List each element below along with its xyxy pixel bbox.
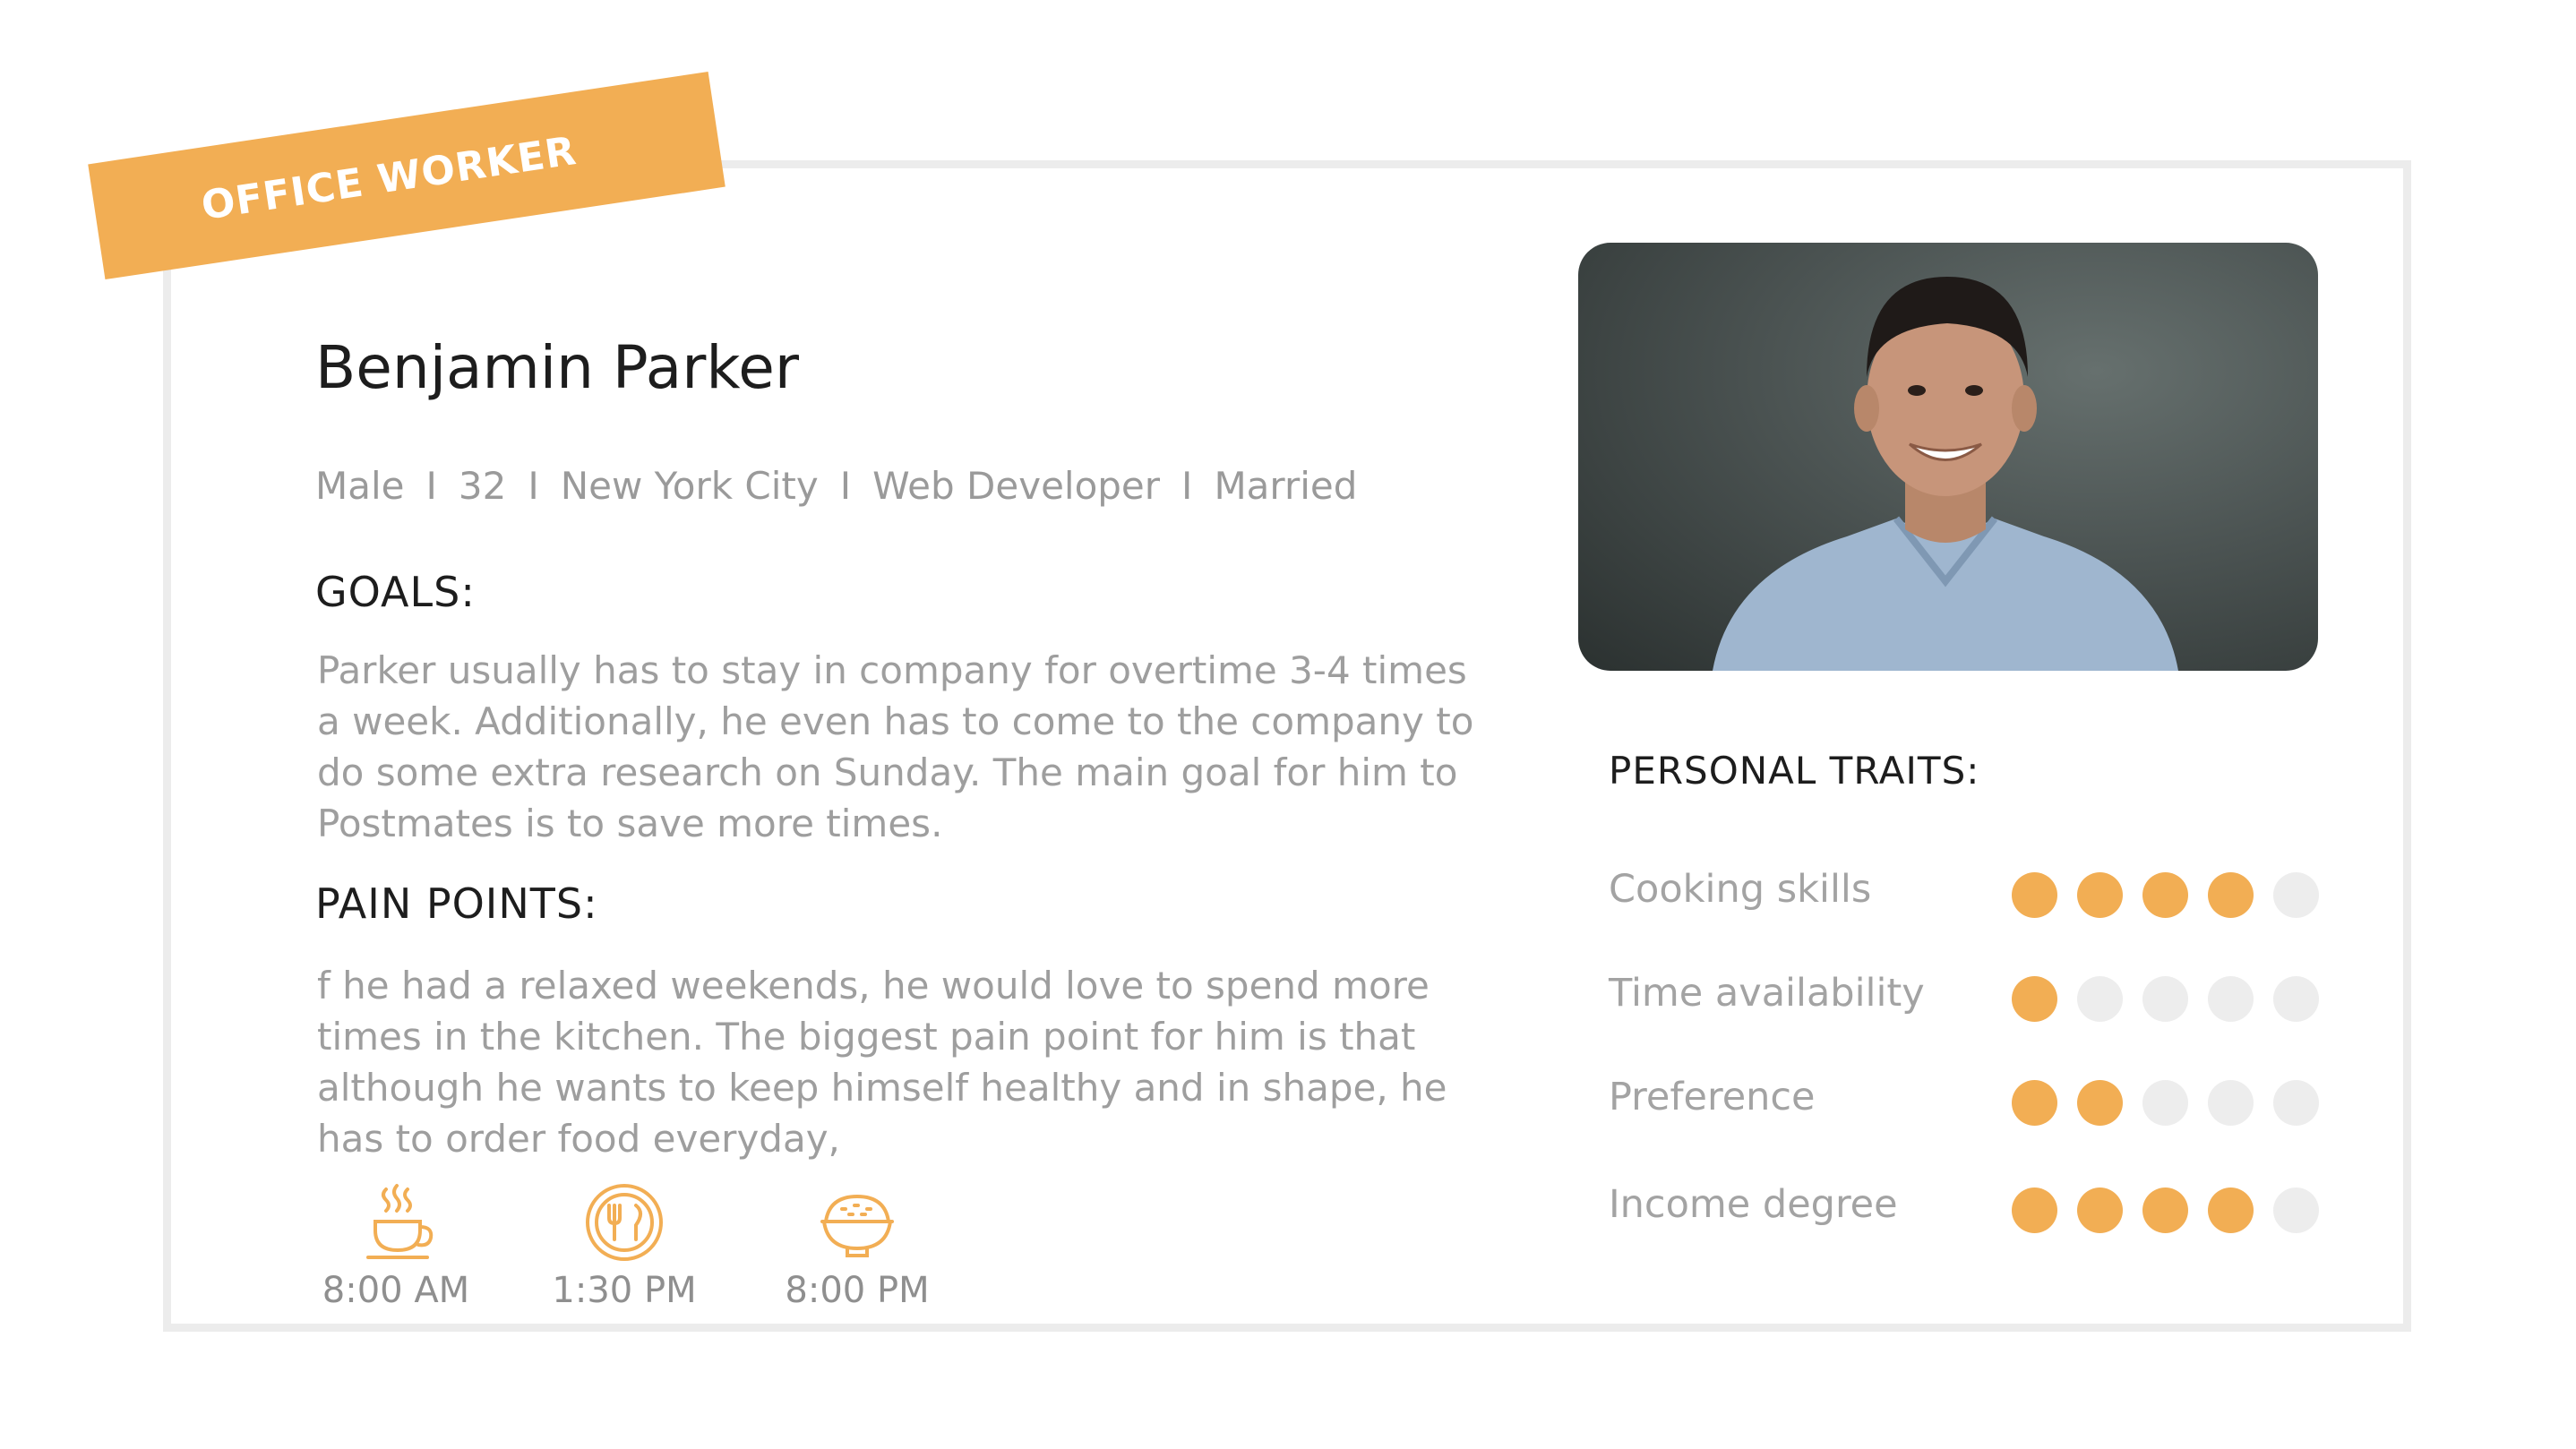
meta-separator: I bbox=[425, 464, 437, 508]
meal-time: 1:30 PM bbox=[552, 1270, 697, 1311]
meta-separator: I bbox=[1181, 464, 1193, 508]
trait-label: Income degree bbox=[1609, 1182, 1898, 1227]
rating-dot-empty bbox=[2273, 872, 2319, 918]
meal-breakfast: 8:00 AM bbox=[315, 1182, 477, 1311]
goals-heading: GOALS: bbox=[315, 568, 476, 616]
rating-dot-empty bbox=[2273, 1080, 2319, 1126]
trait-rating bbox=[2012, 1187, 2319, 1233]
rating-dot-filled bbox=[2077, 1080, 2123, 1126]
rating-dot-filled bbox=[2142, 1187, 2188, 1233]
rating-dot-empty bbox=[2273, 976, 2319, 1022]
rating-dot-filled bbox=[2012, 1187, 2057, 1233]
rating-dot-filled bbox=[2012, 1080, 2057, 1126]
meal-dinner: 8:00 PM bbox=[777, 1182, 938, 1311]
rating-dot-filled bbox=[2077, 872, 2123, 918]
meal-time: 8:00 AM bbox=[322, 1270, 470, 1311]
rating-dot-filled bbox=[2208, 1187, 2254, 1233]
trait-row: Time availability bbox=[1609, 971, 2325, 1025]
meta-separator: I bbox=[839, 464, 852, 508]
portrait-avatar bbox=[1713, 277, 2178, 671]
meal-schedule: 8:00 AM 1:30 PM 8:00 PM bbox=[315, 1182, 1032, 1334]
trait-rating bbox=[2012, 1080, 2319, 1126]
persona-meta: Male I 32 I New York City I Web Developer I Marr… bbox=[315, 464, 1357, 508]
trait-label: Cooking skills bbox=[1609, 867, 1872, 912]
rating-dot-empty bbox=[2208, 976, 2254, 1022]
goals-text: Parker usually has to stay in company fo… bbox=[317, 648, 1474, 845]
rating-dot-filled bbox=[2208, 872, 2254, 918]
meta-gender: Male bbox=[315, 464, 405, 508]
persona-name: Benjamin Parker bbox=[315, 333, 799, 402]
meta-city: New York City bbox=[560, 464, 819, 508]
meal-time: 8:00 PM bbox=[785, 1270, 930, 1311]
coffee-cup-icon bbox=[366, 1184, 434, 1259]
role-label: OFFICE WORKER bbox=[198, 127, 580, 229]
traits-heading: PERSONAL TRAITS: bbox=[1609, 749, 1980, 793]
rating-dot-empty bbox=[2273, 1187, 2319, 1233]
rating-dot-filled bbox=[2142, 872, 2188, 918]
rating-dot-filled bbox=[2077, 1187, 2123, 1233]
trait-rating bbox=[2012, 872, 2319, 918]
pain-points-heading: PAIN POINTS: bbox=[315, 879, 598, 928]
rice-bowl-icon bbox=[820, 1194, 894, 1257]
rating-dot-filled bbox=[2012, 872, 2057, 918]
trait-label: Time availability bbox=[1609, 971, 1925, 1016]
plate-cutlery-icon bbox=[586, 1184, 663, 1261]
meta-marital-status: Married bbox=[1214, 464, 1358, 508]
rating-dot-filled bbox=[2012, 976, 2057, 1022]
trait-rating bbox=[2012, 976, 2319, 1022]
meta-age: 32 bbox=[458, 464, 507, 508]
meta-occupation: Web Developer bbox=[872, 464, 1161, 508]
trait-row: Preference bbox=[1609, 1075, 2325, 1128]
trait-row: Cooking skills bbox=[1609, 867, 2325, 921]
rating-dot-empty bbox=[2142, 1080, 2188, 1126]
rating-dot-empty bbox=[2077, 976, 2123, 1022]
trait-label: Preference bbox=[1609, 1075, 1816, 1119]
meta-separator: I bbox=[528, 464, 539, 508]
pain-points-text: f he had a relaxed weekends, he would lo… bbox=[317, 964, 1447, 1161]
rating-dot-empty bbox=[2142, 976, 2188, 1022]
rating-dot-empty bbox=[2208, 1080, 2254, 1126]
trait-row: Income degree bbox=[1609, 1182, 2325, 1236]
meal-lunch: 1:30 PM bbox=[544, 1182, 705, 1311]
persona-photo bbox=[1578, 243, 2318, 671]
